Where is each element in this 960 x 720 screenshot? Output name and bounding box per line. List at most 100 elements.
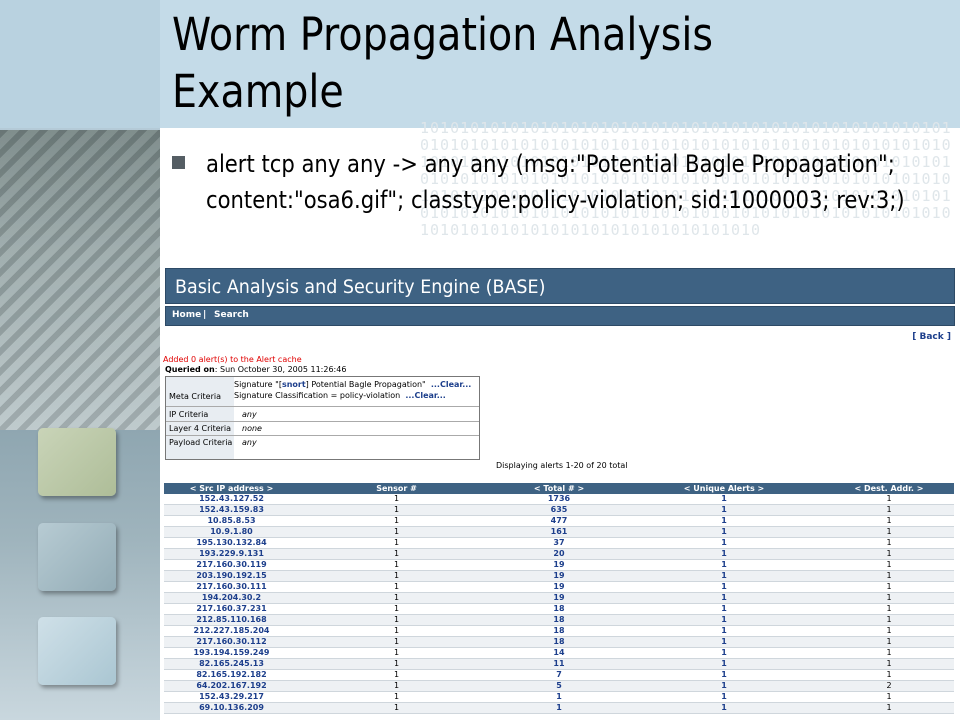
unique-alerts-cell[interactable]: 1	[624, 603, 824, 616]
dest-addr-cell[interactable]: 1	[824, 669, 954, 682]
total-cell[interactable]: 7	[494, 669, 624, 682]
table-row: 203.190.192.15 1 19 1 1	[164, 570, 954, 583]
dest-addr-cell[interactable]: 1	[824, 581, 954, 594]
unique-alerts-cell[interactable]: 1	[624, 636, 824, 649]
src-ip-cell[interactable]: 193.194.159.249	[164, 647, 299, 660]
src-ip-cell[interactable]: 203.190.192.15	[164, 570, 299, 583]
dest-addr-cell[interactable]: 1	[824, 559, 954, 572]
total-cell[interactable]: 37	[494, 537, 624, 550]
back-link[interactable]: [ Back ]	[912, 332, 951, 342]
dest-addr-cell[interactable]: 1	[824, 504, 954, 517]
unique-alerts-cell[interactable]: 1	[624, 548, 824, 561]
clear-classification-link[interactable]: ...Clear...	[405, 391, 445, 400]
unique-alerts-cell[interactable]: 1	[624, 515, 824, 528]
src-ip-cell[interactable]: 152.43.127.52	[164, 494, 299, 506]
dest-addr-cell[interactable]: 1	[824, 691, 954, 704]
unique-alerts-cell[interactable]: 1	[624, 702, 824, 715]
src-ip-cell[interactable]: 10.85.8.53	[164, 515, 299, 528]
unique-alerts-cell[interactable]: 1	[624, 625, 824, 638]
unique-alerts-cell[interactable]: 1	[624, 658, 824, 671]
unique-alerts-cell[interactable]: 1	[624, 526, 824, 539]
nav-search-link[interactable]: Search	[214, 310, 249, 320]
total-cell[interactable]: 18	[494, 636, 624, 649]
unique-alerts-cell[interactable]: 1	[624, 494, 824, 506]
total-cell[interactable]: 19	[494, 570, 624, 583]
dest-addr-cell[interactable]: 1	[824, 526, 954, 539]
src-ip-cell[interactable]: 217.160.37.231	[164, 603, 299, 616]
src-ip-cell[interactable]: 152.43.159.83	[164, 504, 299, 517]
header-unique-alerts[interactable]: < Unique Alerts >	[624, 483, 824, 494]
src-ip-cell[interactable]: 69.10.136.209	[164, 702, 299, 715]
total-cell[interactable]: 477	[494, 515, 624, 528]
src-ip-cell[interactable]: 82.165.245.13	[164, 658, 299, 671]
src-ip-cell[interactable]: 212.227.185.204	[164, 625, 299, 638]
src-ip-cell[interactable]: 10.9.1.80	[164, 526, 299, 539]
unique-alerts-cell[interactable]: 1	[624, 504, 824, 517]
unique-alerts-cell[interactable]: 1	[624, 592, 824, 605]
src-ip-cell[interactable]: 82.165.192.182	[164, 669, 299, 682]
src-ip-cell[interactable]: 152.43.29.217	[164, 691, 299, 704]
unique-alerts-cell[interactable]: 1	[624, 669, 824, 682]
src-ip-cell[interactable]: 217.160.30.112	[164, 636, 299, 649]
dest-addr-cell[interactable]: 1	[824, 636, 954, 649]
src-ip-cell[interactable]: 64.202.167.192	[164, 680, 299, 693]
dest-addr-cell[interactable]: 1	[824, 515, 954, 528]
total-cell[interactable]: 18	[494, 603, 624, 616]
dest-addr-cell[interactable]: 1	[824, 702, 954, 715]
src-ip-cell[interactable]: 194.204.30.2	[164, 592, 299, 605]
alert-cache-message: Added 0 alert(s) to the Alert cache	[163, 355, 302, 364]
src-ip-cell[interactable]: 193.229.9.131	[164, 548, 299, 561]
dest-addr-cell[interactable]: 1	[824, 548, 954, 561]
total-cell[interactable]: 20	[494, 548, 624, 561]
total-cell[interactable]: 19	[494, 592, 624, 605]
table-row: 10.85.8.53 1 477 1 1	[164, 515, 954, 528]
clear-signature-link[interactable]: ...Clear...	[431, 380, 471, 389]
unique-alerts-cell[interactable]: 1	[624, 680, 824, 693]
unique-alerts-cell[interactable]: 1	[624, 537, 824, 550]
total-cell[interactable]: 11	[494, 658, 624, 671]
table-row: 193.194.159.249 1 14 1 1	[164, 647, 954, 660]
unique-alerts-cell[interactable]: 1	[624, 647, 824, 660]
table-row: 152.43.159.83 1 635 1 1	[164, 504, 954, 517]
src-ip-cell[interactable]: 195.130.132.84	[164, 537, 299, 550]
header-src-ip[interactable]: < Src IP address >	[164, 483, 299, 494]
unique-alerts-cell[interactable]: 1	[624, 581, 824, 594]
snort-link[interactable]: snort	[282, 380, 306, 389]
total-cell[interactable]: 635	[494, 504, 624, 517]
dest-addr-cell[interactable]: 1	[824, 603, 954, 616]
total-cell[interactable]: 161	[494, 526, 624, 539]
dest-addr-cell[interactable]: 1	[824, 537, 954, 550]
total-cell[interactable]: 19	[494, 581, 624, 594]
src-ip-cell[interactable]: 217.160.30.111	[164, 581, 299, 594]
total-cell[interactable]: 14	[494, 647, 624, 660]
header-total[interactable]: < Total # >	[494, 483, 624, 494]
table-row: 195.130.132.84 1 37 1 1	[164, 537, 954, 550]
dest-addr-cell[interactable]: 1	[824, 592, 954, 605]
dest-addr-cell[interactable]: 1	[824, 614, 954, 627]
unique-alerts-cell[interactable]: 1	[624, 691, 824, 704]
dest-addr-cell[interactable]: 2	[824, 680, 954, 693]
unique-alerts-cell[interactable]: 1	[624, 559, 824, 572]
dest-addr-cell[interactable]: 1	[824, 494, 954, 506]
total-cell[interactable]: 18	[494, 625, 624, 638]
total-cell[interactable]: 19	[494, 559, 624, 572]
total-cell[interactable]: 1736	[494, 494, 624, 506]
nav-home-link[interactable]: Home	[172, 310, 201, 320]
total-cell[interactable]: 18	[494, 614, 624, 627]
dest-addr-cell[interactable]: 1	[824, 570, 954, 583]
dest-addr-cell[interactable]: 1	[824, 658, 954, 671]
total-cell[interactable]: 1	[494, 702, 624, 715]
total-cell[interactable]: 1	[494, 691, 624, 704]
unique-alerts-cell[interactable]: 1	[624, 614, 824, 627]
slide-background-photo	[0, 130, 160, 430]
unique-alerts-cell[interactable]: 1	[624, 570, 824, 583]
dest-addr-cell[interactable]: 1	[824, 647, 954, 660]
sensor-cell: 1	[299, 504, 494, 517]
src-ip-cell[interactable]: 217.160.30.119	[164, 559, 299, 572]
src-ip-cell[interactable]: 212.85.110.168	[164, 614, 299, 627]
total-cell[interactable]: 5	[494, 680, 624, 693]
dest-addr-cell[interactable]: 1	[824, 625, 954, 638]
header-dest-addr[interactable]: < Dest. Addr. >	[824, 483, 954, 494]
displaying-count: Displaying alerts 1-20 of 20 total	[496, 461, 628, 470]
decorative-square-3	[38, 617, 116, 685]
